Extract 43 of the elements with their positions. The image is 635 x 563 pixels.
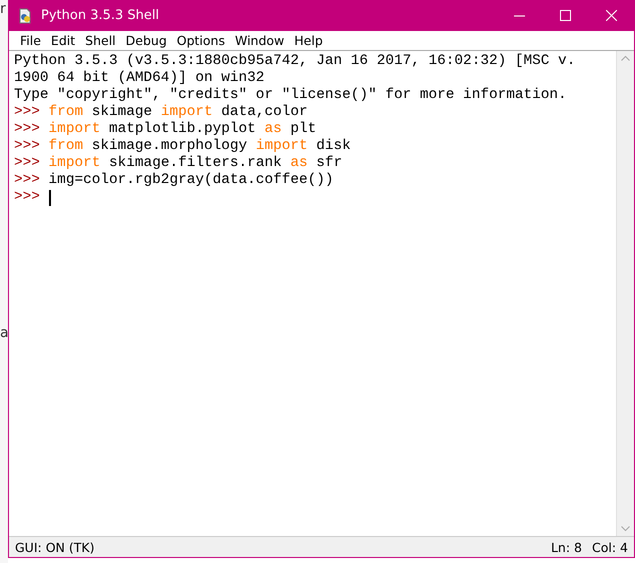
code-text: skimage.morphology	[90, 138, 248, 155]
code-text: sfr	[315, 155, 342, 172]
keyword: as	[290, 155, 308, 172]
keyword: from	[48, 104, 84, 121]
python-file-icon	[17, 8, 33, 24]
menu-item[interactable]: Options	[172, 31, 230, 50]
line-number: Ln: 8	[550, 540, 582, 554]
output-text: 1900 64 bit (AMD64)] on win32	[14, 70, 264, 87]
code-text: matplotlib.pyplot	[108, 121, 257, 138]
window-title: Python 3.5.3 Shell	[41, 8, 160, 23]
menu-item[interactable]: File	[15, 31, 46, 50]
code-text: data,color	[220, 104, 308, 121]
menu-item[interactable]: Debug	[120, 31, 172, 50]
code-text: skimage.filters.rank	[108, 155, 283, 172]
keyword: import	[48, 155, 100, 172]
keyword: import	[48, 121, 100, 138]
output-text: Type "copyright", "credits" or "license()" for more information.	[14, 87, 567, 104]
prompt: >>>	[14, 104, 41, 121]
close-icon[interactable]	[606, 10, 616, 21]
background-text: r	[0, 0, 7, 18]
menu-item[interactable]: Shell	[80, 31, 121, 50]
keyword: import	[256, 138, 308, 155]
maximize-icon[interactable]	[560, 10, 570, 21]
text-cursor	[48, 190, 51, 206]
menu-item[interactable]: Window	[230, 31, 290, 50]
background-text: a	[0, 324, 8, 342]
keyword: import	[160, 104, 213, 121]
status-text: GUI: ON (TK)	[15, 540, 96, 554]
column-number: Col: 4	[592, 540, 628, 554]
prompt: >>>	[14, 172, 41, 189]
prompt: >>>	[14, 138, 41, 155]
menu-item[interactable]: Edit	[46, 31, 80, 50]
prompt: >>>	[14, 189, 41, 206]
code-text: disk	[315, 138, 351, 155]
keyword: from	[48, 138, 84, 155]
code-text: img=color.rgb2gray(data.coffee())	[48, 172, 334, 189]
menu-item[interactable]: Help	[289, 31, 328, 50]
output-text: Python 3.5.3 (v3.5.3:1880cb95a742, Jan 16 2017, 16:02:32) [MSC v.	[14, 53, 576, 70]
code-text: skimage	[90, 104, 154, 121]
prompt: >>>	[14, 155, 41, 172]
prompt: >>>	[14, 121, 41, 138]
code-text: plt	[289, 121, 316, 138]
keyword: as	[264, 121, 282, 138]
